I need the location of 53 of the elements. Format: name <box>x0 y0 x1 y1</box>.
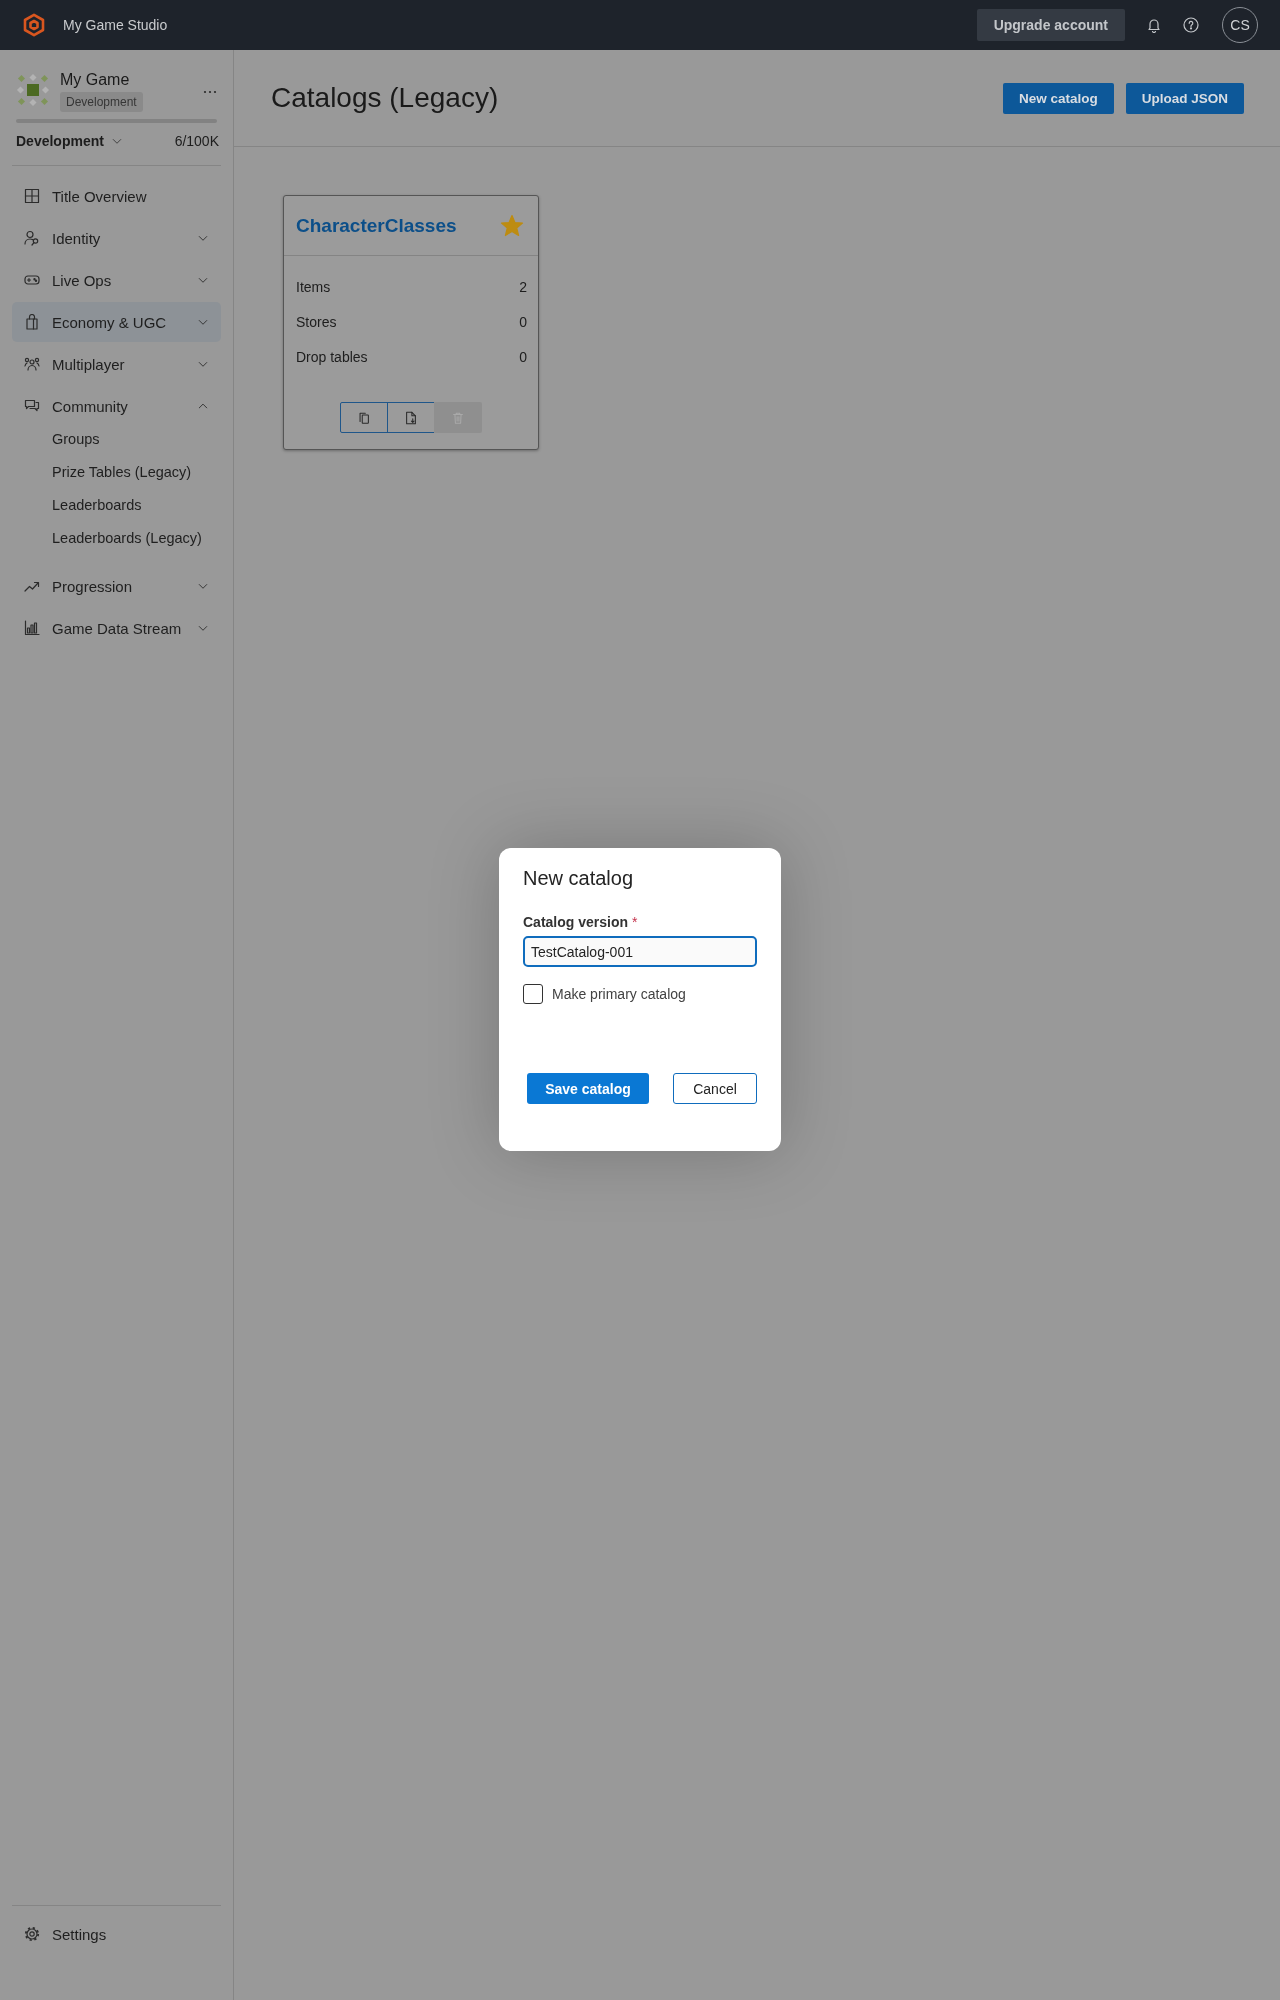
nav-item[interactable]: Live Ops <box>12 260 221 300</box>
chat-icon <box>24 398 40 414</box>
checkbox[interactable] <box>523 984 543 1004</box>
save-button[interactable]: Save catalog <box>527 1073 649 1104</box>
hexagon-logo-icon[interactable] <box>22 13 46 37</box>
nav-item[interactable]: Identity <box>12 218 221 258</box>
more-icon[interactable] <box>203 90 217 94</box>
nav-subitem[interactable]: Prize Tables (Legacy) <box>12 455 221 488</box>
environment-badge: Development <box>60 92 143 112</box>
nav-item[interactable]: Multiplayer <box>12 344 221 384</box>
upgrade-button[interactable]: Upgrade account <box>976 9 1125 41</box>
bell-icon[interactable] <box>1146 17 1162 33</box>
settings-icon <box>24 1926 40 1942</box>
grid-icon <box>24 188 40 204</box>
app-title: My Game Studio <box>63 17 168 33</box>
copy-button[interactable] <box>340 402 388 433</box>
new-catalog-button[interactable]: New catalog <box>1002 82 1114 114</box>
stat-label: Items <box>296 278 331 295</box>
dialog-title: New catalog <box>523 866 635 891</box>
catalog-version-input[interactable]: TestCatalog-001 <box>523 936 757 967</box>
cancel-button[interactable]: Cancel <box>673 1073 757 1104</box>
people-icon <box>24 356 40 372</box>
nav-item[interactable]: Settings <box>12 1914 221 1954</box>
stat-value: 2 <box>519 278 527 295</box>
nav-subitem[interactable]: Leaderboards (Legacy) <box>12 521 221 554</box>
stat-label: Stores <box>296 313 337 330</box>
checkbox-label[interactable]: Make primary catalog <box>552 986 686 1002</box>
required-mark: * <box>632 914 638 930</box>
stat-value: 0 <box>519 348 527 365</box>
nav-subitem[interactable]: Leaderboards <box>12 488 221 521</box>
field-label: Catalog version <box>523 914 629 930</box>
game-name: My Game <box>60 70 130 90</box>
usage-count: 6/100K <box>174 133 219 149</box>
environment-dropdown[interactable]: Development <box>16 133 123 149</box>
game-icon <box>16 73 50 107</box>
gamepad-icon <box>24 272 40 288</box>
stat-label: Drop tables <box>296 348 368 365</box>
page-title: Catalogs (Legacy) <box>271 82 500 114</box>
shopping-bag-icon <box>24 314 40 330</box>
help-icon[interactable] <box>1183 17 1199 33</box>
nav-item[interactable]: Economy & UGC <box>12 302 221 342</box>
file-download-icon <box>404 410 418 425</box>
bar-chart-icon <box>24 620 40 636</box>
upload-json-button[interactable]: Upload JSON <box>1125 82 1244 114</box>
person-key-icon <box>24 230 40 246</box>
stat-value: 0 <box>519 313 527 330</box>
trash-icon <box>451 410 465 425</box>
nav-item[interactable]: Game Data Stream <box>12 608 221 648</box>
star-icon[interactable] <box>500 213 524 238</box>
nav-item[interactable]: Title Overview <box>12 176 221 216</box>
copy-icon <box>357 410 371 425</box>
nav-item[interactable]: Progression <box>12 566 221 606</box>
catalog-name[interactable]: CharacterClasses <box>296 214 457 237</box>
